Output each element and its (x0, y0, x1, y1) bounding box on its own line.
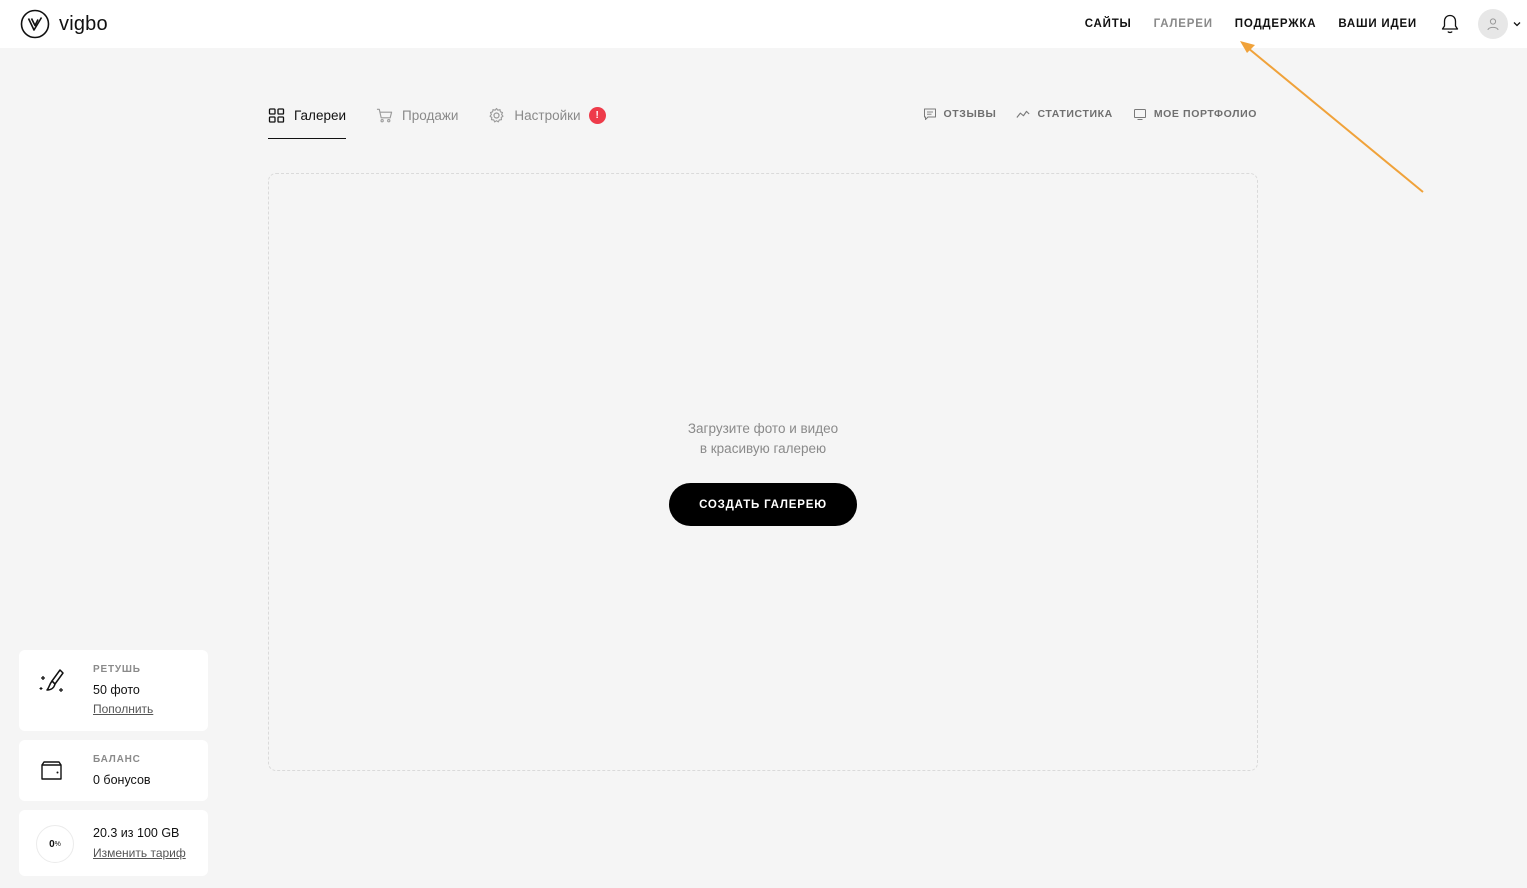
gear-icon (489, 107, 504, 122)
balance-title: БАЛАНС (93, 754, 141, 765)
tab-settings[interactable]: Настройки ! (488, 100, 606, 130)
top-header: vigbo САЙТЫ ГАЛЕРЕИ ПОДДЕРЖКА ВАШИ ИДЕИ (0, 0, 1527, 48)
gallery-tabs: Галереи Продажи Настройки ! (268, 100, 606, 139)
empty-state-line-2: в красивую галерею (699, 441, 827, 456)
gallery-drop-area[interactable]: Загрузите фото и видео в красивую галере… (268, 173, 1258, 771)
nav-support[interactable]: ПОДДЕРЖКА (1235, 18, 1317, 30)
tab-sales-label: Продажи (402, 107, 459, 123)
tab-sales[interactable]: Продажи (376, 100, 458, 130)
tab-galleries[interactable]: Галереи (268, 100, 347, 139)
user-menu[interactable] (1478, 9, 1522, 39)
vigbo-logo-icon (20, 9, 50, 39)
alert-badge: ! (588, 106, 606, 124)
retouch-title: РЕТУШЬ (93, 664, 141, 675)
chevron-down-icon[interactable] (1512, 19, 1522, 29)
grid-icon (268, 107, 285, 123)
storage-usage-ring: 0% (36, 825, 74, 863)
nav-sites[interactable]: САЙТЫ (1085, 18, 1132, 30)
chart-icon (1016, 110, 1030, 118)
portfolio-label: МОЕ ПОРТФОЛИО (1153, 108, 1257, 120)
cart-icon (376, 108, 393, 122)
gallery-links: ОТЗЫВЫ СТАТИСТИКА МОЕ ПОРТФОЛИО (923, 107, 1257, 121)
avatar[interactable] (1478, 9, 1508, 39)
magic-brush-icon (39, 669, 64, 692)
balance-value: 0 бонусов (93, 773, 151, 787)
bell-icon[interactable] (1440, 13, 1460, 35)
comment-icon (923, 108, 936, 120)
retouch-card: РЕТУШЬ 50 фото Пополнить (19, 650, 208, 731)
monitor-icon (1133, 109, 1146, 120)
tab-galleries-label: Галереи (294, 107, 347, 123)
empty-state-text: Загрузите фото и видео в красивую галере… (269, 419, 1257, 459)
nav-galleries[interactable]: ГАЛЕРЕИ (1154, 18, 1213, 30)
portfolio-link[interactable]: МОЕ ПОРТФОЛИО (1133, 107, 1257, 121)
reviews-link[interactable]: ОТЗЫВЫ (923, 107, 997, 121)
reviews-label: ОТЗЫВЫ (943, 108, 997, 120)
vigbo-logo[interactable]: vigbo (20, 9, 108, 39)
top-nav: САЙТЫ ГАЛЕРЕИ ПОДДЕРЖКА ВАШИ ИДЕИ (1085, 0, 1417, 48)
retouch-value: 50 фото (93, 683, 140, 697)
create-gallery-button[interactable]: СОЗДАТЬ ГАЛЕРЕЮ (669, 483, 857, 526)
user-icon (1487, 18, 1499, 31)
storage-percent-sign: % (54, 840, 61, 848)
top-up-link[interactable]: Пополнить (93, 702, 153, 716)
nav-your-ideas[interactable]: ВАШИ ИДЕИ (1338, 18, 1417, 30)
balance-card: БАЛАНС 0 бонусов (19, 740, 208, 801)
tab-settings-label: Настройки (514, 107, 581, 123)
change-plan-link[interactable]: Изменить тариф (93, 846, 186, 860)
wallet-icon (41, 761, 62, 780)
empty-state-line-1: Загрузите фото и видео (687, 421, 839, 436)
statistics-label: СТАТИСТИКА (1037, 108, 1113, 120)
storage-card: 0% 20.3 из 100 GB Изменить тариф (19, 810, 208, 876)
storage-value: 20.3 из 100 GB (93, 826, 180, 840)
statistics-link[interactable]: СТАТИСТИКА (1016, 107, 1112, 121)
logo-text: vigbo (59, 12, 108, 35)
